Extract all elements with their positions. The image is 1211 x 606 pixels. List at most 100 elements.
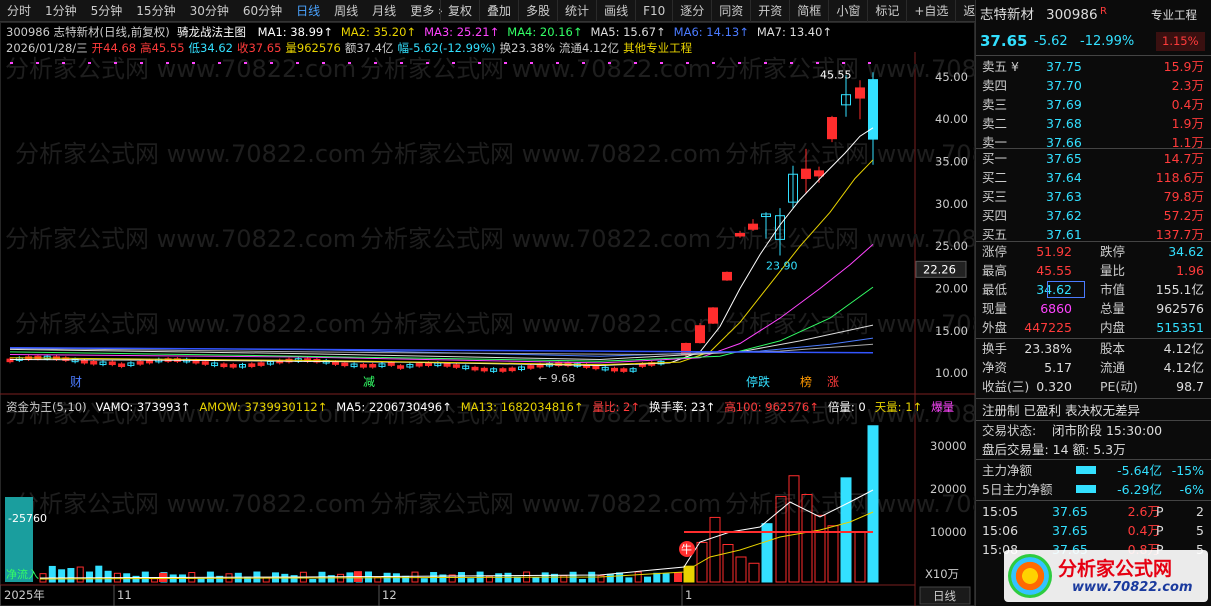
event-marker[interactable]: 停跌 — [746, 374, 770, 389]
bid-volume: 14.7万 — [1163, 151, 1204, 166]
candle — [480, 366, 488, 373]
candle — [341, 361, 349, 368]
tool-button-0[interactable]: 复权 — [440, 0, 479, 22]
tool-button-6[interactable]: 逐分 — [672, 0, 711, 22]
tool-button-1[interactable]: 叠加 — [479, 0, 518, 22]
tool-button-8[interactable]: 开资 — [750, 0, 789, 22]
stat-label: 流通 — [1100, 360, 1126, 375]
chart-canvas[interactable]: 分析家公式网 www.70822.com 分析家公式网 www.70822.com… — [0, 22, 975, 606]
volume-bar — [197, 578, 205, 583]
volume-bar — [616, 572, 624, 583]
event-marker[interactable]: 财 — [70, 375, 82, 389]
event-marker[interactable]: 榜 — [800, 374, 812, 389]
candle — [490, 367, 498, 374]
tool-button-4[interactable]: 画线 — [596, 0, 635, 22]
flower-icon — [1008, 554, 1052, 598]
candle — [220, 362, 228, 369]
event-marker[interactable]: 涨 — [827, 374, 839, 389]
stat-label: 净资 — [982, 360, 1008, 375]
panel-row: 卖三 37.69 0.4万 — [976, 95, 1211, 114]
vol-ma13-line — [39, 511, 874, 580]
period-tab-8[interactable]: 月线 — [365, 0, 403, 22]
watermark-text: 分析家公式网 www.70822.com — [360, 55, 711, 83]
divider — [976, 398, 1211, 399]
bid-price: 37.65 — [1046, 151, 1082, 166]
chart-title-line: 300986 志特新材(日线,前复权) 骑龙战法主图 MA1: 38.99↑ MA… — [6, 24, 832, 40]
tool-button-7[interactable]: 同资 — [711, 0, 750, 22]
period-tab-0[interactable]: 分时 — [0, 0, 38, 22]
watermark-text: 分析家公式网 www.70822.com — [15, 490, 366, 518]
kline-chart[interactable]: 分析家公式网 www.70822.com 分析家公式网 www.70822.com… — [0, 22, 975, 606]
price-axis-label: 25.00 — [935, 239, 968, 253]
tool-button-12[interactable]: +自选 — [906, 0, 955, 22]
ask-label: 卖五 ¥ — [982, 59, 1019, 74]
volume-bar — [696, 541, 708, 583]
candle-body — [827, 117, 837, 140]
bid-label: 买一 — [982, 151, 1008, 166]
tool-button-3[interactable]: 统计 — [557, 0, 596, 22]
stat-value: 98.7 — [1176, 379, 1204, 394]
stat-value: 5.17 — [1044, 360, 1072, 375]
candle-body — [229, 364, 237, 368]
candle-body — [695, 325, 705, 344]
indicator-item: 倍量: 0 — [827, 400, 866, 414]
date-axis-label: 12 — [382, 588, 397, 602]
period-tab-5[interactable]: 60分钟 — [236, 0, 289, 22]
indicator-readout: 资金为王(5,10) VAMO: 373993↑ AMOW: 3739930112↑… — [6, 399, 963, 415]
candle-body — [452, 364, 460, 368]
low-annotation: ← 9.68 — [538, 372, 575, 385]
ask-price: 37.75 — [1046, 59, 1082, 74]
period-tab-6[interactable]: 日线 — [289, 0, 327, 22]
candle — [239, 362, 246, 369]
volume-bar — [709, 516, 721, 583]
candle-body — [201, 361, 209, 365]
price-axis-label: 10.00 — [935, 366, 968, 380]
period-button-label[interactable]: 日线 — [933, 589, 956, 603]
period-tab-3[interactable]: 15分钟 — [129, 0, 182, 22]
tool-button-9[interactable]: 简框 — [789, 0, 828, 22]
dot-marker — [478, 62, 481, 64]
candle-body — [146, 359, 153, 364]
period-tab-1[interactable]: 1分钟 — [38, 0, 84, 22]
candle — [127, 361, 135, 368]
period-tab-4[interactable]: 30分钟 — [183, 0, 236, 22]
indicator-item: 爆量 — [931, 400, 955, 414]
candle-body — [855, 87, 865, 99]
bid-label: 买四 — [982, 208, 1008, 223]
divider — [976, 459, 1211, 460]
candle — [406, 362, 414, 369]
panel-row: 卖五 ¥ 37.75 15.9万 — [976, 57, 1211, 76]
candle — [359, 362, 367, 369]
panel-row: 收益(三) 0.320 PE(动) 98.7 — [976, 377, 1211, 396]
candle — [257, 361, 265, 368]
tick-time: 15:05 — [982, 504, 1019, 519]
candle — [471, 365, 479, 372]
dot-marker — [166, 62, 169, 64]
period-tab-2[interactable]: 5分钟 — [84, 0, 130, 22]
volume-bar — [560, 575, 568, 583]
period-button[interactable]: 日线 — [919, 586, 971, 605]
candle-body — [118, 363, 126, 367]
tool-button-5[interactable]: F10 — [635, 0, 672, 22]
ma-legend-item: MA3: 25.21↑ — [424, 25, 500, 39]
period-tab-7[interactable]: 周线 — [327, 0, 365, 22]
event-marker[interactable]: 减 — [363, 375, 375, 389]
tool-button-11[interactable]: 标记 — [867, 0, 906, 22]
candle-body — [527, 365, 535, 369]
ma-legend-item: MA5: 15.67↑ — [590, 25, 666, 39]
tool-button-10[interactable]: 小窗 — [828, 0, 867, 22]
volume-bar — [411, 571, 419, 583]
price-change: -5.62 — [1034, 34, 1068, 49]
candle-body — [397, 365, 405, 369]
tool-button-2[interactable]: 多股 — [518, 0, 557, 22]
ma-legend-item: MA7: 13.40↑ — [756, 25, 833, 39]
candle — [452, 363, 460, 369]
volume-bar — [634, 571, 642, 583]
candle — [350, 362, 358, 369]
candle-body — [681, 342, 691, 355]
logo-url: www.70822.com — [1072, 580, 1193, 595]
panel-row: 卖四 37.70 2.3万 — [976, 76, 1211, 95]
indicator-item: MA5: 2206730496↑ — [336, 400, 452, 414]
candle-body — [443, 363, 451, 367]
price-axis-label: 35.00 — [935, 155, 968, 169]
